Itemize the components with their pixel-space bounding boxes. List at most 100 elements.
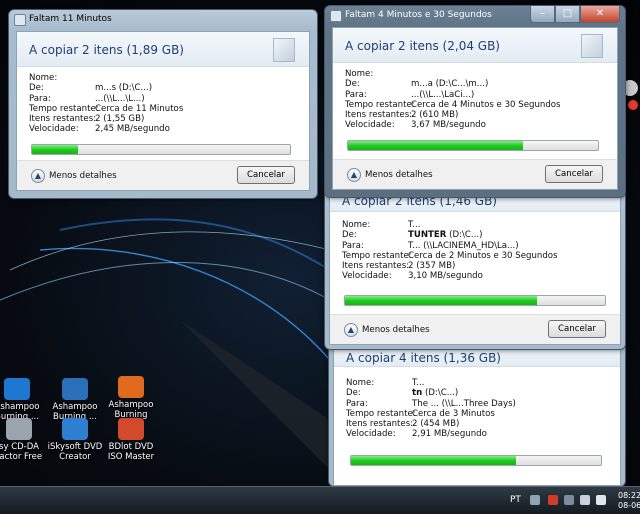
- title-bar[interactable]: Faltam 11 Minutos: [9, 10, 317, 30]
- window-title: Faltam 11 Minutos: [29, 14, 112, 24]
- clock[interactable]: 08:22 08-06-20: [618, 491, 640, 511]
- label-itens: Itens restantes:: [29, 114, 97, 125]
- value-tempo: Cerca de 11 Minutos: [95, 103, 184, 114]
- value-de[interactable]: TUNTER (D:\C...): [408, 230, 482, 240]
- value-para[interactable]: T... (\\LACINEMA_HD\La...): [408, 241, 519, 251]
- clock-date: 08-06-20: [618, 501, 640, 510]
- desktop-icon-ashampoo-burning[interactable]: Ashampoo Burning ...: [0, 378, 46, 422]
- value-para[interactable]: ...(\\L...\L...): [95, 94, 145, 104]
- maximize-button[interactable]: □: [555, 6, 580, 23]
- value-tempo: Cerca de 4 Minutos e 30 Segundos: [411, 99, 561, 110]
- progress-fill: [32, 145, 79, 154]
- copy-progress-bar: [347, 140, 599, 151]
- label-de: De:: [346, 388, 361, 399]
- copy-dialog-2[interactable]: Faltam 4 Minutos e 30 Segundos – □ ✕ A c…: [324, 5, 626, 198]
- less-details-label: Menos detalhes: [365, 170, 433, 180]
- label-de: De:: [29, 83, 44, 94]
- chevron-up-icon: ▲: [347, 168, 361, 182]
- close-button[interactable]: ✕: [580, 6, 620, 23]
- value-velocidade: 3,67 MB/segundo: [411, 120, 486, 131]
- tray-arrow-icon[interactable]: [530, 495, 540, 505]
- copy-progress-bar: [350, 455, 602, 466]
- dialog-body: A copiar 2 itens (1,46 GB) Nome: T... De:…: [329, 191, 621, 345]
- less-details-toggle[interactable]: ▲ Menos detalhes: [347, 168, 433, 182]
- title-bar[interactable]: Faltam 4 Minutos e 30 Segundos – □ ✕: [325, 6, 625, 26]
- dialog-body: A copiar 2 itens (2,04 GB) Nome: De: m...…: [332, 27, 618, 190]
- desktop-icon-bdlot-dvd-iso-master[interactable]: BDlot DVD ISO Master: [102, 418, 160, 462]
- value-de-rest: (D:\C...): [422, 388, 459, 399]
- value-de[interactable]: m...s (D:\C...): [95, 83, 152, 93]
- tray-battery-icon[interactable]: [580, 495, 590, 505]
- dialog-header: A copiar 2 itens (2,04 GB): [333, 28, 617, 63]
- desktop-icon-cd-da-extractor[interactable]: sy CD-DA ractor Free: [0, 418, 48, 462]
- gadget-indicator[interactable]: [628, 100, 638, 110]
- label-tempo: Tempo restante:: [345, 99, 415, 110]
- less-details-toggle[interactable]: ▲ Menos detalhes: [31, 169, 117, 183]
- label-velocidade: Velocidade:: [342, 271, 392, 282]
- desktop-icon-iskysoft-dvd-creator[interactable]: iSkysoft DVD Creator: [46, 418, 104, 462]
- desktop-icon-ashampoo-burning-studio[interactable]: Ashampoo Burning ...: [46, 378, 104, 422]
- label-tempo: Tempo restante:: [29, 103, 99, 114]
- cancel-button[interactable]: Cancelar: [548, 320, 606, 338]
- bdlot-dvd-iso-master-icon: [118, 418, 144, 440]
- language-indicator[interactable]: PT: [510, 495, 521, 505]
- copy-details: Nome: De: m...a (D:\C...\m...) Para: ...(\…: [345, 69, 607, 131]
- ashampoo-burning-studio-2-icon: [118, 376, 144, 398]
- dialog-header: A copiar 2 itens (1,89 GB): [17, 32, 309, 67]
- desktop-icon-label: BDlot DVD ISO Master: [107, 442, 155, 462]
- progress-fill: [351, 456, 516, 465]
- value-tempo: Cerca de 3 Minutos: [412, 408, 495, 419]
- progress-fill: [345, 296, 538, 305]
- cancel-button[interactable]: Cancelar: [237, 166, 295, 184]
- copy-dialog-1[interactable]: Faltam 11 Minutos A copiar 2 itens (1,89…: [8, 9, 318, 199]
- value-itens: 2 (357 MB): [408, 261, 456, 272]
- label-para: Para:: [29, 93, 51, 104]
- label-para: Para:: [342, 240, 364, 251]
- label-tempo: Tempo restante:: [342, 250, 412, 261]
- minimize-button[interactable]: –: [530, 6, 555, 23]
- copy-window-icon: [330, 10, 342, 22]
- copy-heading: A copiar 2 itens (2,04 GB): [345, 39, 500, 53]
- value-nome: T...: [412, 378, 425, 388]
- copy-dialog-3[interactable]: A copiar 2 itens (1,46 GB) Nome: T... De:…: [324, 190, 626, 350]
- value-para[interactable]: ...(\\L...\LaCi...): [411, 90, 474, 100]
- cancel-button[interactable]: Cancelar: [545, 165, 603, 183]
- desktop-icon-label: iSkysoft DVD Creator: [47, 442, 103, 462]
- value-de-bold: TUNTER: [408, 230, 447, 241]
- label-nome: Nome:: [345, 69, 374, 79]
- label-nome: Nome:: [342, 220, 371, 230]
- label-velocidade: Velocidade:: [346, 429, 396, 440]
- copy-details: Nome: T... De: tn (D:\C...) Para: The ... (…: [346, 378, 610, 440]
- copy-heading: A copiar 2 itens (1,89 GB): [29, 43, 184, 57]
- dialog-footer: ▲ Menos detalhes Cancelar: [17, 160, 309, 190]
- iskysoft-dvd-creator-icon: [62, 418, 88, 440]
- label-velocidade: Velocidade:: [345, 120, 395, 131]
- window-title: Faltam 4 Minutos e 30 Segundos: [345, 10, 492, 20]
- value-velocidade: 3,10 MB/segundo: [408, 271, 483, 282]
- value-velocidade: 2,45 MB/segundo: [95, 124, 170, 135]
- copy-details: Nome: De: m...s (D:\C...) Para: ...(\\L...…: [29, 73, 299, 135]
- copy-details: Nome: T... De: TUNTER (D:\C...) Para: T... …: [342, 220, 610, 282]
- value-de[interactable]: tn (D:\C...): [412, 388, 458, 398]
- cd-da-extractor-icon: [6, 418, 32, 440]
- tray-flag-icon[interactable]: [548, 495, 558, 505]
- value-velocidade: 2,91 MB/segundo: [412, 429, 487, 440]
- copy-progress-bar: [31, 144, 291, 155]
- label-itens: Itens restantes:: [345, 110, 413, 121]
- less-details-toggle[interactable]: ▲ Menos detalhes: [344, 323, 430, 337]
- value-de[interactable]: m...a (D:\C...\m...): [411, 79, 488, 89]
- taskbar: PT 08:22 08-06-20: [0, 486, 640, 514]
- less-details-label: Menos detalhes: [362, 325, 430, 335]
- dialog-body: A copiar 2 itens (1,89 GB) Nome: De: m...…: [16, 31, 310, 191]
- label-de: De:: [342, 230, 357, 241]
- dialog-body: A copiar 4 itens (1,36 GB) Nome: T... De:…: [333, 336, 621, 486]
- label-para: Para:: [345, 89, 367, 100]
- tray-volume-icon[interactable]: [596, 495, 606, 505]
- value-para[interactable]: The ... (\\L...Three Days): [412, 399, 516, 409]
- tray-network-icon[interactable]: [564, 495, 574, 505]
- label-itens: Itens restantes:: [342, 261, 410, 272]
- label-nome: Nome:: [346, 378, 375, 388]
- copy-dialog-4[interactable]: A copiar 4 itens (1,36 GB) Nome: T... De:…: [328, 335, 626, 487]
- label-de: De:: [345, 79, 360, 90]
- ashampoo-burning-icon: [4, 378, 30, 400]
